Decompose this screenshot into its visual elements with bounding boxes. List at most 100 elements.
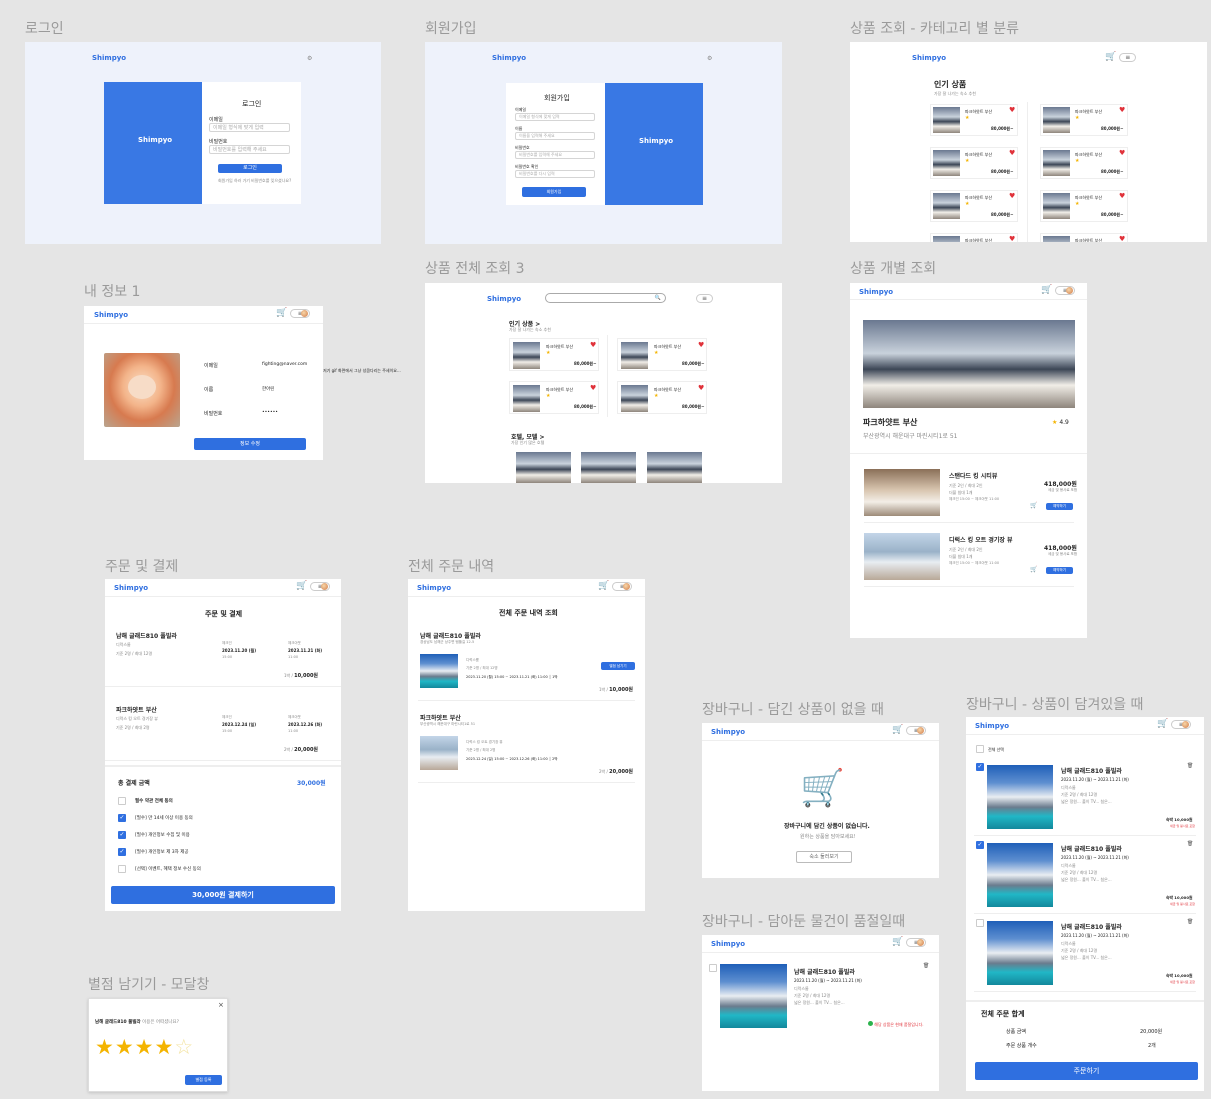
star-rating[interactable]: ★★★★☆	[95, 1037, 194, 1058]
brand-logo[interactable]: Shimpyo	[711, 940, 745, 948]
menu-icon[interactable]: ≡	[1119, 53, 1137, 62]
heart-icon[interactable]: ♥	[698, 342, 704, 349]
star-icon[interactable]: ☆	[174, 1035, 194, 1059]
agreement-checkbox[interactable]	[118, 797, 126, 805]
agreement-checkbox[interactable]: ✓	[118, 848, 126, 856]
product-card[interactable]: 파크하얏트 부산 ★ ♥ 80,000원~	[1040, 147, 1128, 179]
brand-logo[interactable]: Shimpyo	[492, 54, 526, 62]
cart-icon[interactable]: 🛒	[1105, 53, 1116, 62]
browse-button[interactable]: 숙소 둘러보기	[796, 851, 852, 863]
heart-icon[interactable]: ♥	[1119, 236, 1125, 243]
product-card[interactable]: 파크하얏트 부산 ★ ♥ 80,000원~	[617, 381, 707, 414]
menu-icon[interactable]: ≡	[906, 726, 927, 735]
avatar[interactable]	[301, 310, 309, 317]
trash-icon[interactable]: 🗑	[1187, 763, 1193, 769]
menu-icon[interactable]: ≡	[1171, 720, 1192, 729]
product-card[interactable]: 파크하얏트 부산 ★ ♥ 80,000원~	[509, 381, 599, 414]
rate-button[interactable]: 별점 남기기	[601, 662, 635, 670]
order-button[interactable]: 주문하기	[975, 1062, 1198, 1080]
menu-icon[interactable]: ≡	[1055, 286, 1076, 295]
search-icon[interactable]: 🔍	[655, 295, 661, 301]
product-card[interactable]: 파크하얏트 부산 ★ ♥ 80,000원~	[1040, 104, 1128, 136]
signup-name-input[interactable]: 이름을 입력해 주세요	[515, 132, 595, 140]
product-card[interactable]: 파크하얏트 부산 ★ ♥ 80,000원~	[1040, 190, 1128, 222]
heart-icon[interactable]: ♥	[590, 342, 596, 349]
gear-icon[interactable]: ⚙	[307, 55, 312, 62]
reserve-button[interactable]: 예약하기	[1046, 567, 1073, 574]
brand-logo[interactable]: Shimpyo	[711, 728, 745, 736]
star-icon[interactable]: ★	[135, 1035, 155, 1059]
forgot-password-link[interactable]: 비밀번호를 잊으셨나요?	[251, 178, 291, 184]
password-input[interactable]: 비밀번호를 입력해 주세요	[209, 145, 290, 154]
email-input[interactable]: 이메일 형식에 맞게 입력	[209, 123, 290, 132]
item-checkbox[interactable]	[976, 919, 984, 927]
menu-icon[interactable]: ≡	[696, 294, 713, 303]
brand-logo[interactable]: Shimpyo	[859, 288, 893, 296]
heart-icon[interactable]: ♥	[1009, 236, 1015, 243]
cart-icon[interactable]: 🛒	[1030, 566, 1037, 573]
product-card[interactable]: 파크하얏트 부산 ★ ♥ 80,000원~	[930, 147, 1018, 179]
heart-icon[interactable]: ♥	[1009, 107, 1015, 114]
avatar[interactable]	[321, 583, 329, 590]
star-icon[interactable]: ★	[95, 1035, 115, 1059]
product-card[interactable]: 파크하얏트 부산 ★ ♥ 80,000원~	[617, 338, 707, 371]
login-button[interactable]: 로그인	[218, 164, 282, 173]
heart-icon[interactable]: ♥	[698, 385, 704, 392]
trash-icon[interactable]: 🗑	[1187, 841, 1193, 847]
item-checkbox[interactable]: ✓	[976, 841, 984, 849]
product-card[interactable]: 파크하얏트 부산 ★ ♥ 80,000원~	[930, 233, 1018, 242]
edit-info-button[interactable]: 정보 수정	[194, 438, 306, 450]
avatar[interactable]	[917, 727, 925, 734]
menu-icon[interactable]: ≡	[290, 309, 311, 318]
signup-link[interactable]: 회원가입 하러 가기	[218, 178, 250, 184]
agreement-checkbox[interactable]: ✓	[118, 831, 126, 839]
heart-icon[interactable]: ♥	[590, 385, 596, 392]
signup-password-input[interactable]: 비밀번호를 입력해 주세요	[515, 151, 595, 159]
agreement-checkbox[interactable]: ✓	[118, 814, 126, 822]
trash-icon[interactable]: 🗑	[923, 963, 929, 969]
heart-icon[interactable]: ♥	[1009, 193, 1015, 200]
menu-icon[interactable]: ≡	[310, 582, 331, 591]
pay-button[interactable]: 30,000원 결제하기	[111, 886, 335, 904]
signup-button[interactable]: 회원가입	[522, 187, 586, 197]
hotel-thumbnail[interactable]	[581, 452, 636, 483]
star-icon[interactable]: ★	[115, 1035, 135, 1059]
brand-logo[interactable]: Shimpyo	[487, 295, 521, 303]
submit-rating-button[interactable]: 별점 등록	[185, 1075, 222, 1085]
avatar[interactable]	[917, 939, 925, 946]
cart-icon[interactable]: 🛒	[892, 726, 903, 735]
search-input[interactable]: 🔍	[545, 293, 666, 303]
cart-icon[interactable]: 🛒	[598, 582, 609, 591]
avatar[interactable]	[1066, 287, 1074, 294]
product-card[interactable]: 파크하얏트 부산 ★ ♥ 80,000원~	[509, 338, 599, 371]
avatar[interactable]	[623, 583, 631, 590]
close-icon[interactable]: ×	[218, 1001, 224, 1009]
brand-logo[interactable]: Shimpyo	[92, 54, 126, 62]
cart-icon[interactable]: 🛒	[276, 309, 287, 318]
brand-logo[interactable]: Shimpyo	[417, 584, 451, 592]
cart-icon[interactable]: 🛒	[892, 938, 903, 947]
cart-icon[interactable]: 🛒	[1157, 720, 1168, 729]
avatar[interactable]	[1182, 721, 1190, 728]
menu-icon[interactable]: ≡	[612, 582, 633, 591]
item-checkbox[interactable]	[709, 964, 717, 972]
heart-icon[interactable]: ♥	[1119, 193, 1125, 200]
cart-icon[interactable]: 🛒	[1030, 502, 1037, 509]
agreement-checkbox[interactable]	[118, 865, 126, 873]
menu-icon[interactable]: ≡	[906, 938, 927, 947]
cart-icon[interactable]: 🛒	[1041, 286, 1052, 295]
product-card[interactable]: 파크하얏트 부산 ★ ♥ 80,000원~	[930, 190, 1018, 222]
brand-logo[interactable]: Shimpyo	[94, 311, 128, 319]
product-card[interactable]: 파크하얏트 부산 ★ ♥ 80,000원~	[930, 104, 1018, 136]
signup-email-input[interactable]: 이메일 형식에 맞게 입력	[515, 113, 595, 121]
gear-icon[interactable]: ⚙	[707, 55, 712, 62]
trash-icon[interactable]: 🗑	[1187, 919, 1193, 925]
hotel-thumbnail[interactable]	[647, 452, 702, 483]
item-checkbox[interactable]: ✓	[976, 763, 984, 771]
cart-icon[interactable]: 🛒	[296, 582, 307, 591]
star-icon[interactable]: ★	[154, 1035, 174, 1059]
brand-logo[interactable]: Shimpyo	[114, 584, 148, 592]
brand-logo[interactable]: Shimpyo	[975, 722, 1009, 730]
heart-icon[interactable]: ♥	[1009, 150, 1015, 157]
heart-icon[interactable]: ♥	[1119, 150, 1125, 157]
